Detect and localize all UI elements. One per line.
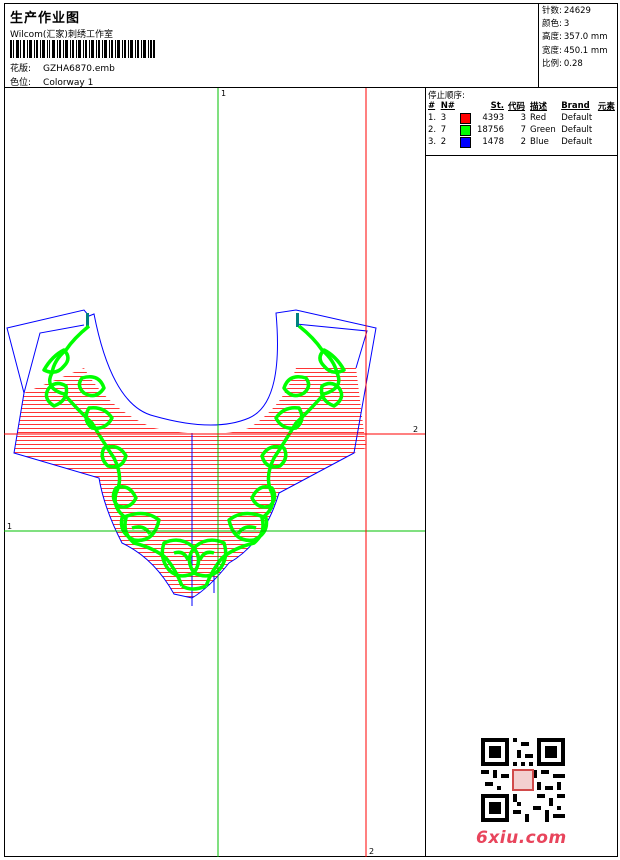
stat-scale: 比例: 0.28 bbox=[542, 58, 583, 69]
color-sequence-table: # N# St. 代码 描述 Brand 元素 1. 3 4393 3 Red … bbox=[426, 100, 618, 148]
guide-label-right: 2 bbox=[413, 425, 418, 434]
design-canvas[interactable]: 1 1 2 2 bbox=[4, 88, 426, 857]
col-needle: N# bbox=[440, 101, 455, 111]
stat-stitches: 针数: 24629 bbox=[542, 6, 591, 16]
col-brand: Brand bbox=[561, 101, 590, 111]
design-stats: 针数: 24629 颜色: 3 高度: 357.0 mm 宽度: 450.1 mm 比例… bbox=[538, 3, 618, 88]
table-row[interactable]: 1. 3 4393 3 Red Default bbox=[426, 112, 618, 124]
color-swatch-blue bbox=[459, 136, 471, 148]
sequence-divider bbox=[426, 155, 618, 156]
neck-marker-left bbox=[86, 313, 89, 327]
watermark-text: 6xiu.com bbox=[476, 828, 567, 848]
guide-label-bottom: 2 bbox=[369, 847, 374, 856]
design-name-row: 花版: GZHA6870.emb bbox=[10, 61, 115, 74]
col-index: # bbox=[428, 101, 436, 111]
col-element: 元素 bbox=[597, 102, 615, 112]
col-code: 代码 bbox=[508, 102, 526, 112]
color-swatch-red bbox=[459, 112, 471, 124]
col-swatch bbox=[458, 100, 474, 112]
red-fill-area bbox=[14, 368, 366, 598]
guide-label-top: 1 bbox=[221, 89, 226, 98]
studio-name: Wilcom(汇家)刺绣工作室 bbox=[10, 30, 113, 40]
colorway-row: 色位: Colorway 1 bbox=[10, 75, 93, 88]
col-stitches: St. bbox=[490, 101, 505, 111]
page-title: 生产作业图 bbox=[10, 11, 81, 26]
table-row[interactable]: 2. 7 18756 7 Green Default bbox=[426, 124, 618, 136]
colorway-value: Colorway 1 bbox=[43, 78, 94, 88]
embroidery-preview: 1 1 2 2 bbox=[4, 88, 425, 857]
guide-label-left: 1 bbox=[7, 522, 12, 531]
neck-marker-right bbox=[296, 313, 299, 327]
design-label: 花版: bbox=[10, 64, 32, 74]
qr-code-icon bbox=[481, 738, 565, 822]
barcode bbox=[10, 40, 155, 58]
stat-width: 宽度: 450.1 mm bbox=[542, 45, 608, 56]
table-row[interactable]: 3. 2 1478 2 Blue Default bbox=[426, 136, 618, 148]
header-panel: 生产作业图 Wilcom(汇家)刺绣工作室 花版: GZHA6870.emb 色… bbox=[4, 3, 618, 88]
color-swatch-green bbox=[459, 124, 471, 136]
design-value: GZHA6870.emb bbox=[43, 64, 115, 74]
stat-colors: 颜色: 3 bbox=[542, 19, 570, 30]
col-desc: 描述 bbox=[530, 102, 548, 112]
stat-height: 高度: 357.0 mm bbox=[542, 32, 608, 43]
table-header-row: # N# St. 代码 描述 Brand 元素 bbox=[426, 100, 618, 112]
colorway-label: 色位: bbox=[10, 78, 32, 88]
